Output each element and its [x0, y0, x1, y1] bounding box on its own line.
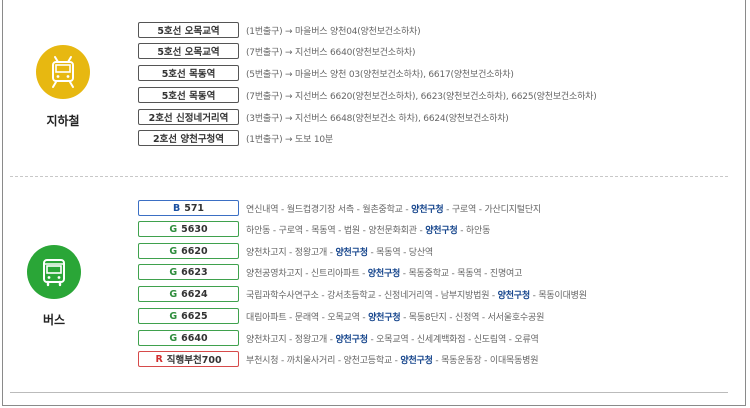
bus-number-badge: R 직행부천700	[138, 351, 239, 367]
subway-section-label: 지하철	[46, 114, 80, 128]
subway-station-badge: 2호선 양천구청역	[138, 130, 239, 146]
bus-route-text: 양천차고지 - 정왕고개 - 양천구청 - 오목교역 - 신세계백화점 - 신도…	[246, 332, 539, 345]
bus-number: 5630	[181, 223, 208, 235]
bus-number-badge: G 6640	[138, 330, 239, 346]
bus-type-code: G	[169, 310, 178, 322]
highlight-stop: 양천구청	[368, 312, 401, 323]
subway-route-text: (5번출구) → 마을버스 양천 03(양천보건소하차), 6617(양천보건소…	[246, 69, 514, 80]
bus-number: 6625	[181, 310, 208, 322]
bus-number: 6623	[181, 266, 208, 278]
bus-type-code: G	[169, 245, 178, 257]
route-stops-after: - 목동이대병원	[529, 290, 587, 301]
bus-type-code: G	[169, 332, 178, 344]
bus-route-row: B 571 연신내역 - 월드컵경기장 서측 - 월촌중학교 - 양천구청 - 구로…	[138, 199, 541, 217]
bus-number-badge: B 571	[138, 200, 239, 216]
route-stops-before: 양천차고지 - 정왕고개 -	[246, 334, 336, 345]
subway-section-icon	[36, 45, 90, 99]
route-stops-after: - 구로역 - 가산디지털단지	[443, 204, 542, 215]
bus-number-badge: G 6623	[138, 264, 239, 280]
bus-icon	[43, 259, 65, 287]
bus-route-text: 하안동 - 구로역 - 목동역 - 법원 - 양천문화회관 - 양천구청 - 하…	[246, 223, 490, 236]
subway-route-text: (7번출구) → 지선버스 6640(양천보건소하차)	[246, 47, 416, 58]
bus-route-row: G 6623 양천공영차고지 - 신트리아파트 - 양천구청 - 목동중학교 - 목…	[138, 263, 522, 281]
route-stops-after: - 하안동	[457, 225, 491, 236]
highlight-stop: 양천구청	[400, 355, 433, 366]
bus-type-code: G	[169, 223, 178, 235]
route-stops-before: 국립과학수사연구소 - 강서초등학교 - 신정네거리역 - 남부지방법원 -	[246, 290, 498, 301]
bus-route-text: 대림아파트 - 문래역 - 오목교역 - 양천구청 - 목동8단지 - 신정역 …	[246, 310, 544, 323]
route-stops-before: 연신내역 - 월드컵경기장 서측 - 월촌중학교 -	[246, 204, 412, 215]
section-divider	[10, 176, 728, 177]
subway-station-badge: 5호선 오목교역	[138, 22, 239, 38]
bus-route-row: R 직행부천700 부천시청 - 까치울사거리 - 양천고등학교 - 양천구청 - …	[138, 350, 539, 368]
subway-route-row: 5호선 오목교역 (1번출구) → 마을버스 양천04(양천보건소하차)	[138, 21, 421, 39]
bus-type-code: R	[155, 353, 163, 365]
subway-station-badge: 5호선 목동역	[138, 87, 239, 103]
bus-section-label: 버스	[42, 313, 66, 327]
subway-route-row: 5호선 목동역 (5번출구) → 마을버스 양천 03(양천보건소하차), 661…	[138, 64, 514, 82]
highlight-stop: 양천구청	[367, 268, 401, 279]
bus-type-code: G	[169, 288, 178, 300]
subway-station-badge: 5호선 오목교역	[138, 43, 239, 59]
route-stops-after: - 목동운동장 - 이대목동병원	[432, 355, 539, 366]
highlight-stop: 양천구청	[425, 225, 458, 236]
bus-number-badge: G 5630	[138, 221, 239, 237]
route-stops-after: - 목동8단지 - 신정역 - 서서울호수공원	[400, 312, 545, 323]
bus-number: 6640	[181, 332, 208, 344]
bus-number: 6620	[181, 245, 208, 257]
subway-route-text: (1번출구) → 마을버스 양천04(양천보건소하차)	[246, 26, 421, 37]
bus-number-badge: G 6625	[138, 308, 239, 324]
bus-route-row: G 6625 대림아파트 - 문래역 - 오목교역 - 양천구청 - 목동8단지 -…	[138, 307, 544, 325]
bus-type-code: B	[172, 202, 181, 214]
bus-number-badge: G 6624	[138, 286, 239, 302]
bus-route-row: G 5630 하안동 - 구로역 - 목동역 - 법원 - 양천문화회관 - 양천구…	[138, 220, 490, 238]
bus-number-badge: G 6620	[138, 243, 239, 259]
subway-route-text: (1번출구) → 도보 10분	[246, 134, 334, 145]
bus-route-text: 부천시청 - 까치울사거리 - 양천고등학교 - 양천구청 - 목동운동장 - …	[246, 353, 539, 366]
subway-route-row: 5호선 오목교역 (7번출구) → 지선버스 6640(양천보건소하차)	[138, 42, 416, 60]
route-stops-before: 양천차고지 - 정왕고개 -	[246, 247, 336, 258]
subway-route-row: 5호선 목동역 (7번출구) → 지선버스 6620(양천보건소하차), 6623…	[138, 86, 597, 104]
bottom-divider	[10, 392, 728, 393]
route-stops-after: - 오목교역 - 신세계백화점 - 신도림역 - 오류역	[367, 334, 539, 345]
bus-route-row: G 6640 양천차고지 - 정왕고개 - 양천구청 - 오목교역 - 신세계백화점…	[138, 329, 539, 347]
bus-section-icon	[27, 245, 81, 299]
route-stops-before: 부천시청 - 까치울사거리 - 양천고등학교 -	[246, 355, 401, 366]
bus-route-text: 국립과학수사연구소 - 강서초등학교 - 신정네거리역 - 남부지방법원 - 양…	[246, 288, 587, 301]
bus-number: 571	[184, 202, 205, 214]
route-stops-after: - 목동중학교 - 목동역 - 진명여고	[400, 268, 523, 279]
route-stops-before: 하안동 - 구로역 - 목동역 - 법원 - 양천문화회관 -	[246, 225, 426, 236]
route-stops-before: 양천공영차고지 - 신트리아파트 -	[246, 268, 368, 279]
subway-route-row: 2호선 양천구청역 (1번출구) → 도보 10분	[138, 129, 333, 147]
bus-route-text: 양천공영차고지 - 신트리아파트 - 양천구청 - 목동중학교 - 목동역 - …	[246, 266, 522, 279]
subway-route-row: 2호선 신정네거리역 (3번출구) → 지선버스 6648(양천보건소 하차), …	[138, 108, 509, 126]
bus-number: 6624	[181, 288, 208, 300]
route-stops-after: - 목동역 - 당산역	[367, 247, 434, 258]
bus-route-row: G 6620 양천차고지 - 정왕고개 - 양천구청 - 목동역 - 당산역	[138, 242, 433, 260]
highlight-stop: 양천구청	[497, 290, 531, 301]
subway-station-badge: 2호선 신정네거리역	[138, 109, 239, 125]
bus-route-text: 양천차고지 - 정왕고개 - 양천구청 - 목동역 - 당산역	[246, 245, 433, 258]
highlight-stop: 양천구청	[335, 334, 368, 345]
bus-route-row: G 6624 국립과학수사연구소 - 강서초등학교 - 신정네거리역 - 남부지방법…	[138, 285, 587, 303]
bus-type-code: G	[169, 266, 178, 278]
highlight-stop: 양천구청	[335, 247, 368, 258]
highlight-stop: 양천구청	[411, 204, 444, 215]
subway-station-badge: 5호선 목동역	[138, 65, 239, 81]
bus-number: 직행부천700	[166, 355, 222, 366]
subway-train-icon	[52, 56, 74, 88]
subway-route-text: (7번출구) → 지선버스 6620(양천보건소하차), 6623(양천보건소하…	[246, 91, 597, 102]
bus-route-text: 연신내역 - 월드컵경기장 서측 - 월촌중학교 - 양천구청 - 구로역 - …	[246, 202, 541, 215]
subway-route-text: (3번출구) → 지선버스 6648(양천보건소 하차), 6624(양천보건소…	[246, 113, 509, 124]
route-stops-before: 대림아파트 - 문래역 - 오목교역 -	[246, 312, 369, 323]
